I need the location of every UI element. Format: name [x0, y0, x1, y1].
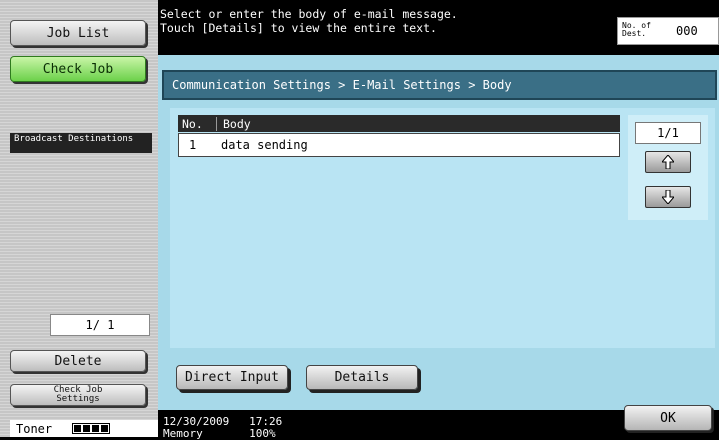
broadcast-destinations-label: Broadcast Destinations — [14, 134, 134, 144]
destination-counter-text: 1/ 1 — [85, 318, 115, 332]
dest-count-value: 000 — [676, 24, 698, 38]
row-body-text: data sending — [221, 138, 308, 152]
scroll-up-button[interactable] — [645, 151, 691, 173]
table-row[interactable]: 1 data sending — [178, 133, 620, 157]
scroll-down-button[interactable] — [645, 186, 691, 208]
direct-input-button[interactable]: Direct Input — [176, 365, 288, 390]
toner-level-bar — [72, 423, 111, 434]
destination-count-box: No. of Dest. 000 — [617, 17, 719, 45]
check-job-settings-label: Check Job Settings — [53, 385, 103, 404]
details-button[interactable]: Details — [306, 365, 418, 390]
broadcast-destinations-header: Broadcast Destinations — [10, 133, 152, 153]
column-header-no: No. — [178, 116, 217, 131]
job-list-button[interactable]: Job List — [10, 20, 146, 46]
arrow-down-icon — [662, 190, 674, 204]
check-job-button[interactable]: Check Job — [10, 56, 146, 82]
breadcrumb: Communication Settings > E-Mail Settings… — [162, 70, 717, 100]
memory-status: Memory 100% — [163, 427, 276, 440]
instruction-line-2: Touch [Details] to view the entire text. — [160, 21, 437, 35]
job-list-label: Job List — [46, 25, 110, 41]
ok-button[interactable]: OK — [624, 405, 712, 431]
destination-counter: 1/ 1 — [50, 314, 150, 336]
breadcrumb-text: Communication Settings > E-Mail Settings… — [172, 78, 512, 92]
instruction-line-1: Select or enter the body of e-mail messa… — [160, 7, 458, 21]
toner-indicator: Toner — [10, 420, 158, 437]
page-indicator: 1/1 — [635, 122, 701, 144]
toner-label: Toner — [16, 421, 53, 436]
row-number: 1 — [189, 138, 197, 152]
page-indicator-text: 1/1 — [657, 126, 679, 140]
check-job-settings-button[interactable]: Check Job Settings — [10, 384, 146, 406]
check-job-label: Check Job — [42, 61, 114, 77]
column-header-body: Body — [223, 116, 251, 131]
table-header: No. Body — [178, 115, 620, 132]
details-label: Details — [334, 370, 390, 385]
arrow-up-icon — [662, 155, 674, 169]
direct-input-label: Direct Input — [185, 370, 279, 385]
ok-label: OK — [660, 410, 676, 426]
delete-label: Delete — [54, 353, 102, 369]
delete-button[interactable]: Delete — [10, 350, 146, 372]
dest-count-label: No. of Dest. — [622, 21, 651, 38]
